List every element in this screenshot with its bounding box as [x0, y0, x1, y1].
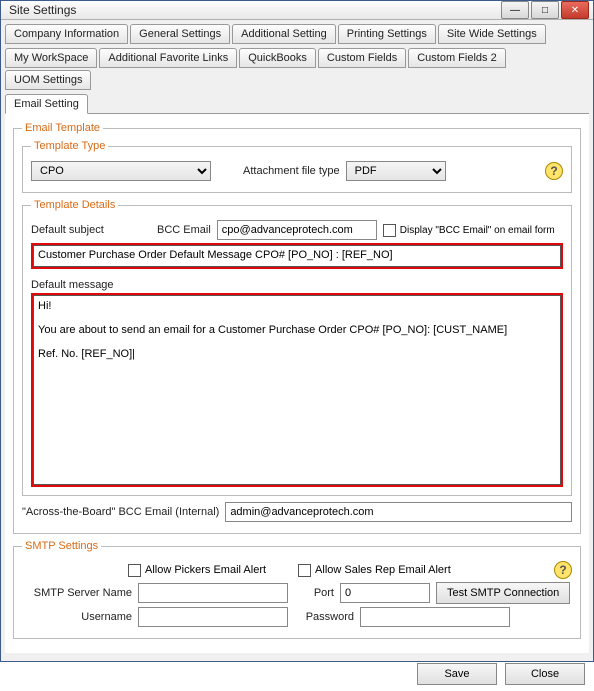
- port-input[interactable]: [340, 583, 430, 603]
- password-label: Password: [294, 611, 354, 623]
- tabs-row-2: My WorkSpace Additional Favorite Links Q…: [1, 44, 593, 90]
- attachment-type-select[interactable]: PDF: [346, 161, 446, 181]
- tab-custom-fields[interactable]: Custom Fields: [318, 48, 406, 68]
- tabs-row-3: Email Setting: [1, 90, 593, 114]
- template-type-group: Template Type CPO Attachment file type P…: [22, 140, 572, 193]
- email-template-group: Email Template Template Type CPO Attachm…: [13, 122, 581, 534]
- template-type-select[interactable]: CPO: [31, 161, 211, 181]
- help-icon[interactable]: ?: [545, 162, 563, 180]
- display-bcc-label: Display "BCC Email" on email form: [400, 225, 555, 236]
- display-bcc-checkbox[interactable]: Display "BCC Email" on email form: [383, 224, 555, 237]
- default-message-label: Default message: [31, 279, 114, 291]
- tab-email-setting[interactable]: Email Setting: [5, 94, 88, 114]
- tab-content: Email Template Template Type CPO Attachm…: [5, 113, 589, 653]
- tab-additional-setting[interactable]: Additional Setting: [232, 24, 336, 44]
- titlebar: Site Settings — □ ✕: [1, 1, 593, 20]
- smtp-settings-group: SMTP Settings Allow Pickers Email Alert …: [13, 540, 581, 639]
- template-details-legend: Template Details: [31, 199, 118, 211]
- template-details-group: Template Details Default subject BCC Ema…: [22, 199, 572, 496]
- checkbox-box-icon: [128, 564, 141, 577]
- attachment-label: Attachment file type: [243, 165, 340, 177]
- checkbox-box-icon: [383, 224, 396, 237]
- allow-pickers-checkbox[interactable]: Allow Pickers Email Alert: [128, 564, 266, 577]
- email-template-legend: Email Template: [22, 122, 103, 134]
- default-subject-label: Default subject: [31, 224, 151, 236]
- tab-company-information[interactable]: Company Information: [5, 24, 128, 44]
- window-title: Site Settings: [9, 3, 499, 17]
- smtp-legend: SMTP Settings: [22, 540, 101, 552]
- allow-pickers-label: Allow Pickers Email Alert: [145, 564, 266, 576]
- tab-printing-settings[interactable]: Printing Settings: [338, 24, 436, 44]
- minimize-button[interactable]: —: [501, 1, 529, 19]
- across-bcc-label: "Across-the-Board" BCC Email (Internal): [22, 506, 219, 518]
- bcc-email-input[interactable]: [217, 220, 377, 240]
- username-label: Username: [22, 611, 132, 623]
- tabs-row-1: Company Information General Settings Add…: [1, 20, 593, 44]
- across-bcc-input[interactable]: [225, 502, 572, 522]
- help-icon[interactable]: ?: [554, 561, 572, 579]
- template-type-legend: Template Type: [31, 140, 108, 152]
- default-subject-input[interactable]: Customer Purchase Order Default Message …: [33, 245, 561, 267]
- checkbox-box-icon: [298, 564, 311, 577]
- dialog-buttons: Save Close: [1, 657, 593, 691]
- tab-general-settings[interactable]: General Settings: [130, 24, 230, 44]
- bcc-email-label: BCC Email: [157, 224, 211, 236]
- allow-salesrep-checkbox[interactable]: Allow Sales Rep Email Alert: [298, 564, 451, 577]
- subject-highlight-box: Customer Purchase Order Default Message …: [31, 243, 563, 269]
- close-button[interactable]: Close: [505, 663, 585, 685]
- smtp-server-input[interactable]: [138, 583, 288, 603]
- tab-custom-fields-2[interactable]: Custom Fields 2: [408, 48, 505, 68]
- tab-uom-settings[interactable]: UOM Settings: [5, 70, 91, 90]
- test-smtp-button[interactable]: Test SMTP Connection: [436, 582, 570, 604]
- tab-additional-favorite-links[interactable]: Additional Favorite Links: [99, 48, 237, 68]
- username-input[interactable]: [138, 607, 288, 627]
- tab-quickbooks[interactable]: QuickBooks: [239, 48, 316, 68]
- port-label: Port: [294, 587, 334, 599]
- maximize-button[interactable]: □: [531, 1, 559, 19]
- save-button[interactable]: Save: [417, 663, 497, 685]
- default-message-input[interactable]: Hi! You are about to send an email for a…: [33, 295, 561, 485]
- message-highlight-box: Hi! You are about to send an email for a…: [31, 293, 563, 487]
- password-input[interactable]: [360, 607, 510, 627]
- tab-site-wide-settings[interactable]: Site Wide Settings: [438, 24, 546, 44]
- allow-salesrep-label: Allow Sales Rep Email Alert: [315, 564, 451, 576]
- close-window-button[interactable]: ✕: [561, 1, 589, 19]
- tab-my-workspace[interactable]: My WorkSpace: [5, 48, 97, 68]
- smtp-server-label: SMTP Server Name: [22, 587, 132, 599]
